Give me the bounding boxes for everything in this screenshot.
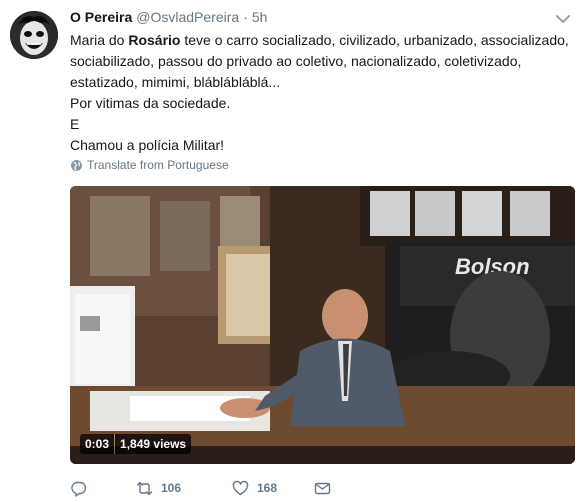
- reply-icon: [71, 481, 87, 497]
- display-name[interactable]: O Pereira: [70, 9, 132, 25]
- retweet-count: 106: [161, 481, 182, 495]
- tweet-header: O Pereira @OsvladPereira · 5h: [70, 9, 267, 29]
- video-views: 1,849 views: [115, 434, 192, 454]
- translate-label: Translate from Portuguese: [87, 158, 229, 172]
- tweet-text-line: sociabilizado, passou do privado ao cole…: [70, 53, 522, 69]
- avatar-image: [10, 11, 58, 59]
- avatar[interactable]: [10, 11, 58, 59]
- globe-icon: [71, 159, 82, 171]
- retweet-button[interactable]: 106: [136, 478, 181, 498]
- video-badge: 0:03 1,849 views: [80, 434, 192, 454]
- dm-icon: [314, 482, 331, 494]
- tweet-text: Maria do Rosário teve o carro socializad…: [70, 30, 575, 156]
- tweet-text-line: estatizado, mimimi, bláblábláblá...: [70, 74, 281, 90]
- tweet-text-line: Maria do Rosário teve o carro socializad…: [70, 30, 575, 51]
- tweet-text-line: Por vitimas da sociedade.: [70, 95, 231, 111]
- tweet-text-line: Chamou a polícia Militar!: [70, 137, 225, 153]
- timestamp[interactable]: 5h: [252, 9, 268, 25]
- like-count: 168: [257, 481, 278, 495]
- user-handle[interactable]: @OsvladPereira: [136, 9, 239, 25]
- tweet-text-bold: Rosário: [128, 32, 181, 48]
- caret-down-icon[interactable]: [556, 14, 570, 24]
- video-duration: 0:03: [80, 434, 115, 454]
- like-icon: [232, 480, 249, 495]
- header-separator: ·: [243, 9, 248, 25]
- tweet-text-line: E: [70, 116, 80, 132]
- tweet: O Pereira @OsvladPereira · 5h Maria do R…: [0, 0, 586, 502]
- like-button[interactable]: 168: [232, 478, 277, 498]
- direct-message-button[interactable]: [314, 478, 339, 498]
- tweet-text-segment: Maria do: [70, 32, 129, 48]
- translate-link[interactable]: Translate from Portuguese: [70, 158, 229, 172]
- tweet-text-segment: teve o carro socializado, civilizado, ur…: [180, 32, 569, 48]
- reply-button[interactable]: [70, 478, 95, 498]
- retweet-icon: [136, 481, 153, 495]
- video-player[interactable]: Bolson: [70, 186, 575, 464]
- video-frame: Bolson: [70, 186, 575, 464]
- tweet-actions: 106 168: [70, 478, 575, 498]
